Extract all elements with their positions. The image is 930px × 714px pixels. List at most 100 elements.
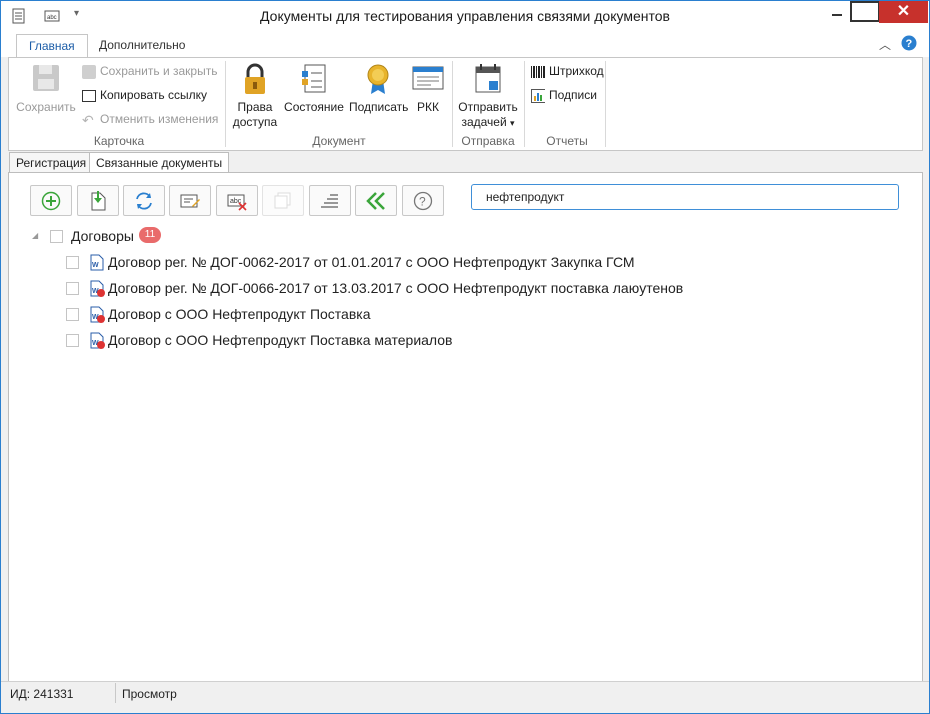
status-divider	[115, 683, 116, 703]
status-id: ИД: 241331	[10, 687, 74, 701]
svg-text:?: ?	[906, 38, 913, 50]
copy-link-icon	[82, 89, 96, 102]
group-label-reports: Отчеты	[546, 134, 588, 148]
count-badge: 11	[139, 227, 161, 243]
list-item[interactable]: W Договор с ООО Нефтепродукт Поставка	[66, 306, 766, 326]
copy-link-label: Копировать ссылку	[100, 88, 207, 102]
svg-text:?: ?	[419, 195, 426, 209]
barcode-button[interactable]: Штрихкод	[531, 61, 604, 81]
item-checkbox[interactable]	[66, 308, 79, 321]
save-close-icon	[82, 64, 96, 79]
collapse-ribbon-icon[interactable]: ︿	[879, 36, 891, 53]
bar-chart-icon	[531, 88, 545, 103]
import-document-button[interactable]	[77, 185, 119, 216]
list-item[interactable]: W Договор с ООО Нефтепродукт Поставка ма…	[66, 332, 766, 352]
chevron-down-icon: ▾	[510, 118, 515, 128]
import-icon	[91, 191, 106, 211]
collapse-all-button[interactable]	[355, 185, 397, 216]
tab-registration[interactable]: Регистрация	[9, 152, 94, 174]
ribbon-separator	[225, 61, 226, 147]
barcode-icon	[531, 65, 545, 78]
copy-icon	[274, 192, 291, 209]
send-as-task-button[interactable]: Отправить задачей ▾	[456, 62, 520, 131]
state-label: Состояние	[284, 100, 344, 114]
access-rights-label-line1: Права	[237, 100, 273, 114]
help-icon[interactable]: ?	[901, 35, 917, 51]
calendar-task-icon	[475, 64, 501, 93]
undo-changes-button[interactable]: ↶ Отменить изменения	[82, 109, 218, 129]
document-link[interactable]: Договор рег. № ДОГ-0066-2017 от 13.03.20…	[108, 280, 683, 296]
search-input[interactable]	[471, 184, 899, 210]
align-button[interactable]	[309, 185, 351, 216]
collapse-icon	[366, 192, 385, 210]
item-checkbox[interactable]	[66, 282, 79, 295]
minimize-button[interactable]	[824, 1, 850, 23]
group-label-card: Карточка	[93, 134, 145, 148]
refresh-icon	[136, 192, 152, 210]
floppy-icon	[33, 65, 59, 91]
ribbon-separator	[605, 61, 606, 147]
item-checkbox[interactable]	[66, 256, 79, 269]
list-item[interactable]: W Договор рег. № ДОГ-0066-2017 от 13.03.…	[66, 280, 766, 300]
signed-word-document-icon: W	[90, 306, 105, 323]
save-close-label: Сохранить и закрыть	[100, 64, 218, 78]
delete-icon: abc	[227, 194, 247, 211]
send-label-line1: Отправить	[458, 100, 518, 114]
item-checkbox[interactable]	[66, 334, 79, 347]
state-document-icon	[302, 64, 326, 93]
align-icon	[321, 194, 338, 208]
access-rights-label-line2: доступа	[232, 115, 278, 129]
signatures-label: Подписи	[549, 88, 597, 102]
group-checkbox[interactable]	[50, 230, 63, 243]
tree-expand-icon[interactable]: ◢	[32, 231, 38, 240]
group-label-document: Документ	[312, 134, 366, 148]
signatures-report-button[interactable]: Подписи	[531, 85, 597, 105]
maximize-button[interactable]	[850, 1, 880, 22]
rkk-button[interactable]: РКК	[409, 62, 447, 115]
document-link[interactable]: Договор с ООО Нефтепродукт Поставка мате…	[108, 332, 452, 348]
add-link-button[interactable]	[30, 185, 72, 216]
signed-word-document-icon: W	[90, 280, 105, 297]
linked-documents-panel	[8, 172, 923, 682]
document-link[interactable]: Договор с ООО Нефтепродукт Поставка	[108, 306, 371, 322]
rkk-card-icon	[412, 66, 444, 90]
seal-icon	[367, 64, 389, 94]
signed-word-document-icon: W	[90, 332, 105, 349]
add-icon	[41, 191, 61, 211]
send-label-line2: задачей	[461, 115, 507, 129]
undo-icon: ↶	[82, 111, 94, 128]
edit-icon	[180, 194, 200, 208]
tab-main[interactable]: Главная	[16, 34, 88, 59]
refresh-button[interactable]	[123, 185, 165, 216]
help-toolbar-button[interactable]: ?	[402, 185, 444, 216]
list-item[interactable]: W Договор рег. № ДОГ-0062-2017 от 01.01.…	[66, 254, 766, 274]
sign-label: Подписать	[349, 100, 409, 114]
barcode-label: Штрихкод	[549, 64, 604, 78]
close-button[interactable]: ✕	[879, 1, 928, 23]
copy-button[interactable]	[262, 185, 304, 216]
tab-additional[interactable]: Дополнительно	[87, 34, 197, 56]
state-button[interactable]: Состояние	[281, 62, 347, 115]
ribbon-separator	[452, 61, 453, 147]
word-document-icon: W	[90, 254, 104, 271]
svg-text:W: W	[92, 262, 99, 269]
copy-link-button[interactable]: Копировать ссылку	[82, 85, 207, 105]
close-icon: ✕	[896, 3, 911, 20]
undo-changes-label: Отменить изменения	[100, 112, 219, 126]
ribbon: Сохранить Сохранить и закрыть Копировать…	[8, 57, 923, 151]
window-title: Документы для тестирования управления св…	[260, 8, 670, 24]
delete-link-button[interactable]: abc	[216, 185, 258, 216]
lock-icon	[245, 63, 265, 94]
sign-button[interactable]: Подписать	[349, 62, 409, 115]
help-icon: ?	[413, 191, 433, 211]
save-close-button[interactable]: Сохранить и закрыть	[82, 61, 217, 81]
group-label-send: Отправка	[461, 134, 515, 148]
edit-link-button[interactable]	[169, 185, 211, 216]
rkk-label: РКК	[417, 100, 439, 114]
save-button[interactable]: Сохранить	[13, 62, 79, 115]
tree-group-label[interactable]: Договоры	[71, 228, 134, 244]
status-mode: Просмотр	[122, 687, 177, 701]
access-rights-button[interactable]: Права доступа	[231, 62, 279, 130]
document-link[interactable]: Договор рег. № ДОГ-0062-2017 от 01.01.20…	[108, 254, 635, 270]
ribbon-separator	[524, 61, 525, 147]
